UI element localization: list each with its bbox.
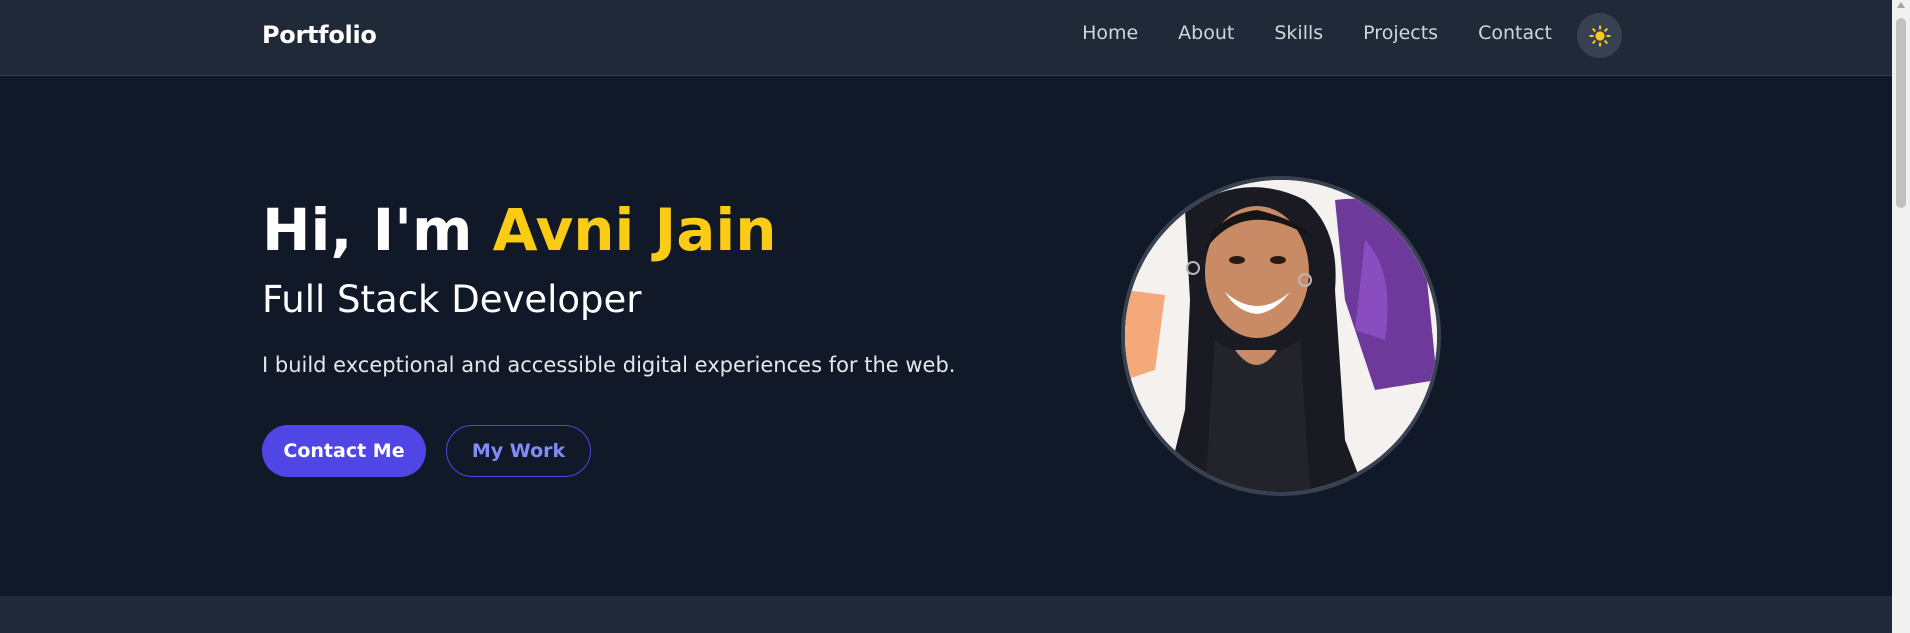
theme-toggle-button[interactable] <box>1577 13 1622 58</box>
hero-description: I build exceptional and accessible digit… <box>262 353 956 377</box>
scrollbar-thumb[interactable] <box>1896 18 1906 208</box>
hero-title: Hi, I'm Avni Jain <box>262 196 777 264</box>
nav-link-home[interactable]: Home <box>1082 22 1138 44</box>
profile-photo-illustration <box>1125 180 1437 492</box>
hero-name: Avni Jain <box>492 196 777 264</box>
nav-link-about[interactable]: About <box>1178 22 1234 44</box>
hero-greeting: Hi, I'm <box>262 196 493 264</box>
sun-icon <box>1588 24 1611 47</box>
nav-link-projects[interactable]: Projects <box>1363 22 1438 44</box>
brand-logo[interactable]: Portfolio <box>262 21 377 49</box>
my-work-button[interactable]: My Work <box>446 425 591 477</box>
nav-links: Home About Skills Projects Contact <box>1082 22 1552 44</box>
profile-photo <box>1121 176 1441 496</box>
hero-role: Full Stack Developer <box>262 278 642 321</box>
contact-me-button[interactable]: Contact Me <box>262 425 426 477</box>
nav-link-skills[interactable]: Skills <box>1274 22 1323 44</box>
page-scrollbar[interactable] <box>1892 0 1910 633</box>
hero-section <box>0 76 1892 596</box>
nav-link-contact[interactable]: Contact <box>1478 22 1552 44</box>
scroll-up-arrow-icon[interactable] <box>1897 2 1905 8</box>
next-section-preview <box>0 596 1892 633</box>
top-navbar: Portfolio Home About Skills Projects Con… <box>0 0 1892 76</box>
